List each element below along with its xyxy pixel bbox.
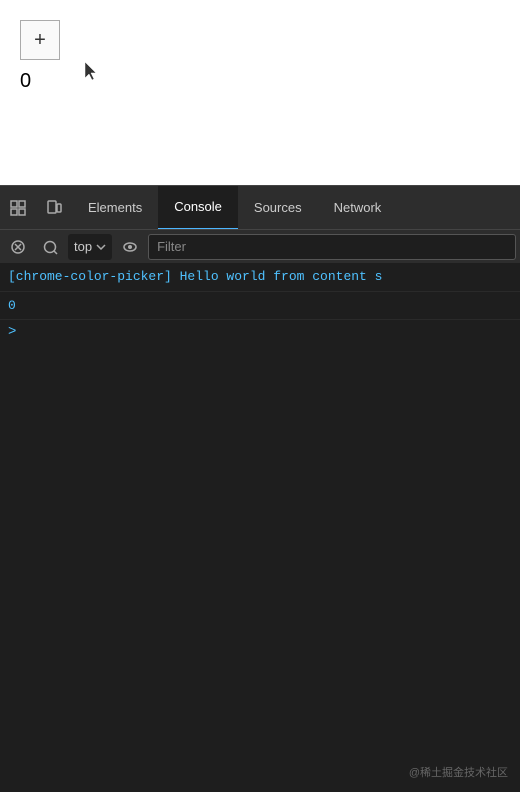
tab-console[interactable]: Console xyxy=(158,186,238,230)
device-icon[interactable] xyxy=(36,186,72,230)
cursor-icon xyxy=(85,62,99,80)
console-log-text: [chrome-color-picker] Hello world from c… xyxy=(8,267,382,287)
devtools-tab-bar: Elements Console Sources Network xyxy=(0,185,520,229)
console-value-line: 0 xyxy=(0,292,520,321)
console-log-line: [chrome-color-picker] Hello world from c… xyxy=(0,263,520,292)
console-prompt-line[interactable]: > xyxy=(0,320,520,344)
prompt-symbol: > xyxy=(8,324,16,340)
console-toolbar: top xyxy=(0,229,520,263)
clear-console-icon[interactable] xyxy=(4,233,32,261)
filter-input[interactable] xyxy=(148,234,516,260)
inspect-icon[interactable] xyxy=(0,186,36,230)
context-selector[interactable]: top xyxy=(68,234,112,260)
counter-value: 0 xyxy=(20,70,31,93)
chevron-down-icon xyxy=(96,244,106,250)
counter-button[interactable]: + xyxy=(20,20,60,60)
console-output: [chrome-color-picker] Hello world from c… xyxy=(0,263,520,792)
console-value-text: 0 xyxy=(8,296,16,316)
watermark: @稀土掘金技术社区 xyxy=(409,764,508,780)
browser-viewport: + 0 xyxy=(0,0,520,185)
filter-icon[interactable] xyxy=(36,233,64,261)
tab-sources[interactable]: Sources xyxy=(238,186,318,230)
devtools-panel: Elements Console Sources Network xyxy=(0,185,520,792)
eye-icon[interactable] xyxy=(116,233,144,261)
tab-elements[interactable]: Elements xyxy=(72,186,158,230)
tab-network[interactable]: Network xyxy=(318,186,398,230)
